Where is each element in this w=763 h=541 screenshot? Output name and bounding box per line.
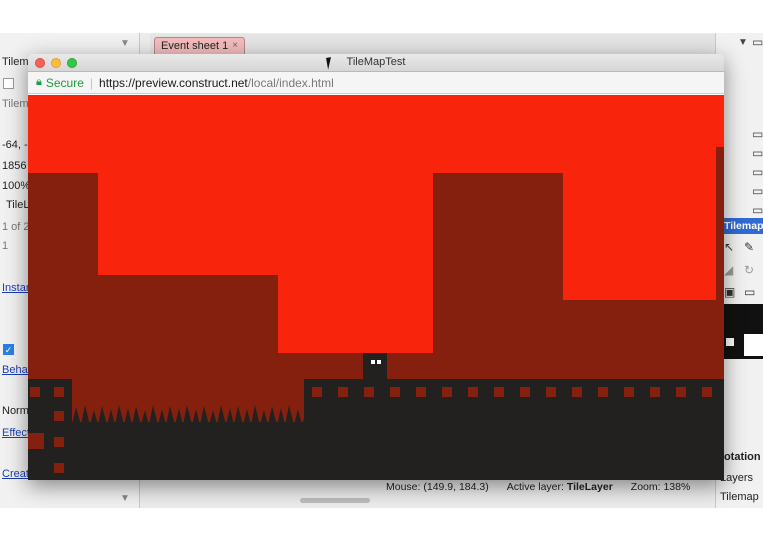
tab-event-sheet[interactable]: Event sheet 1 ×	[154, 37, 246, 55]
layers-tab[interactable]: Layers	[720, 472, 753, 484]
ground-tile	[54, 463, 64, 473]
eraser-icon[interactable]: ◢	[724, 263, 733, 277]
lock-icon: 🔒︎	[36, 76, 42, 88]
game-canvas[interactable]	[28, 95, 724, 480]
folder-icon[interactable]: ▭	[744, 285, 755, 299]
status-bar: Mouse: (149.9, 184.3) Active layer: Tile…	[380, 478, 715, 496]
horizontal-scrollbar[interactable]	[300, 498, 370, 503]
mouse-readout: Mouse: (149.9, 184.3)	[386, 481, 489, 493]
ground-tile	[54, 387, 64, 397]
visible-checkbox[interactable]: ✓	[3, 344, 14, 355]
panel-scroll-down-icon[interactable]: ▼	[120, 493, 130, 504]
panel-scroll-up-icon[interactable]: ▼	[120, 38, 130, 49]
secure-label: Secure	[45, 75, 84, 90]
ground-tile	[54, 437, 64, 447]
window-title-bar[interactable]: TileMapTest	[28, 54, 724, 72]
ground-tile	[442, 387, 452, 397]
url-host[interactable]: https://preview.construct.net	[99, 76, 248, 90]
rotate-icon[interactable]: ↻	[744, 263, 754, 277]
background-wall	[716, 147, 724, 347]
property-checkbox[interactable]	[3, 78, 14, 89]
ground-tile	[494, 387, 504, 397]
preview-browser-window: TileMapTest 🔒︎ Secure | https://preview.…	[28, 54, 724, 480]
folder-icon[interactable]: ▭	[752, 35, 763, 49]
player-eye	[371, 360, 375, 364]
property-row-uid: 1	[2, 240, 9, 252]
blend-mode-value[interactable]: Norm	[2, 405, 29, 417]
property-row-name: Tilem	[2, 98, 29, 110]
create-link[interactable]: Creat	[2, 468, 29, 480]
active-layer-readout: Active layer: TileLayer	[506, 481, 613, 493]
ground-tile	[468, 387, 478, 397]
ground-tile	[390, 387, 400, 397]
ground-block	[72, 422, 308, 480]
ground-tile	[572, 387, 582, 397]
ground-tile	[364, 387, 374, 397]
property-row-size[interactable]: 1856	[2, 160, 26, 172]
ground-tile	[312, 387, 322, 397]
window-title: TileMapTest	[346, 56, 406, 68]
tilemap-bar-header: Tilemap:	[722, 218, 763, 234]
screen: ▼ ▼ Tilem Tilem -64, - 1856 100% TileL 1…	[0, 0, 763, 541]
ground-tile	[30, 387, 40, 397]
tab-label: Event sheet 1	[161, 40, 229, 52]
ground-tile	[28, 433, 44, 449]
ground-tile	[676, 387, 686, 397]
tile-swatch	[744, 334, 763, 356]
save-icon[interactable]: ▣	[724, 285, 735, 299]
url-path[interactable]: /local/index.html	[248, 76, 334, 90]
address-separator: |	[89, 75, 94, 90]
property-row-object: Tilem	[2, 56, 29, 68]
mouse-cursor-icon	[326, 56, 338, 70]
zoom-readout: Zoom: 138%	[630, 481, 691, 493]
ground-tile	[702, 387, 712, 397]
property-row-instance-count: 1 of 2	[2, 221, 30, 233]
property-row-position[interactable]: -64, -	[2, 139, 28, 151]
tileset-preview[interactable]	[722, 304, 763, 359]
address-bar[interactable]: 🔒︎ Secure | https://preview.construct.ne…	[28, 72, 724, 94]
folder-icon[interactable]: ▭	[752, 184, 763, 198]
ground-tile	[520, 387, 530, 397]
player-sprite	[363, 353, 387, 381]
folder-icon[interactable]: ▭	[752, 146, 763, 160]
ground-tile	[416, 387, 426, 397]
close-icon[interactable]: ×	[232, 38, 238, 54]
player-eye	[377, 360, 381, 364]
tile-swatch	[726, 338, 734, 346]
ground-tile	[54, 411, 64, 421]
folder-icon[interactable]: ▭	[752, 127, 763, 141]
pencil-icon[interactable]: ✎	[744, 240, 754, 254]
ground-tile	[624, 387, 634, 397]
ground-tile	[598, 387, 608, 397]
ground-tile	[650, 387, 660, 397]
property-row-opacity[interactable]: 100%	[2, 180, 30, 192]
chevron-down-icon[interactable]: ▼	[738, 37, 748, 48]
tilemap-tab[interactable]: Tilemap	[720, 491, 759, 503]
ground-tile	[338, 387, 348, 397]
folder-icon[interactable]: ▭	[752, 203, 763, 217]
property-row-layer[interactable]: TileL	[6, 199, 29, 211]
ground-tile	[546, 387, 556, 397]
editor-top-area	[0, 0, 763, 33]
folder-icon[interactable]: ▭	[752, 165, 763, 179]
effects-link[interactable]: Effect	[2, 427, 30, 439]
select-arrow-icon[interactable]: ↖	[724, 240, 734, 254]
